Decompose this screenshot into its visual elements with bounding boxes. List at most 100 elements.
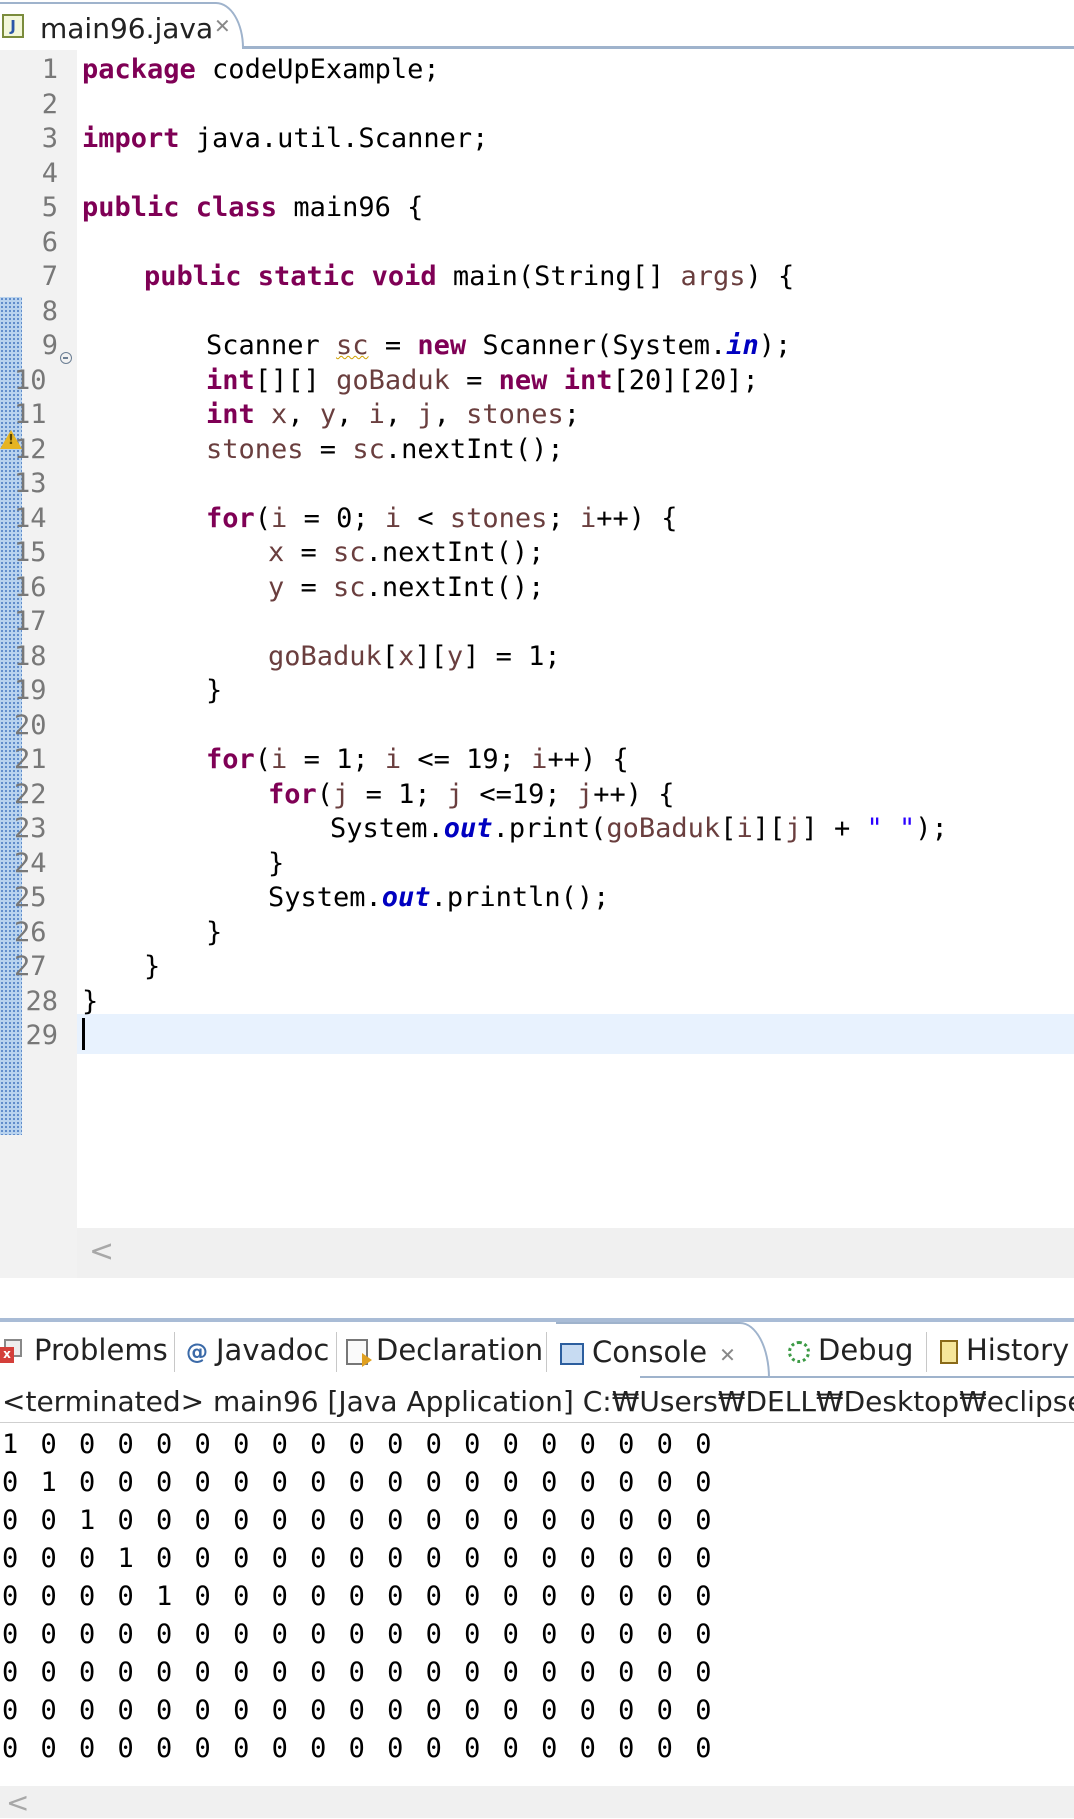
console-horizontal-scrollbar[interactable]: < [0,1786,1074,1819]
code-token: .nextInt(); [365,571,545,603]
console-line: 0 0 1 0 0 0 0 0 0 0 0 0 0 0 0 0 0 0 0 [2,1505,715,1536]
code-token: for [206,502,255,534]
code-line-1: package codeUpExample; [82,50,440,90]
code-token: new [417,330,467,361]
code-token: ( [254,744,272,775]
code-token: = [368,330,418,361]
code-token: for [206,744,255,775]
line-number-gutter: 1 2 3 4 5 6 7 8 9 10 11 12 13 14 15 16 1… [14,50,77,1278]
console-line: 0 0 0 0 1 0 0 0 0 0 0 0 0 0 0 0 0 0 0 [2,1581,715,1612]
tab-separator [546,1332,547,1372]
console-line: 0 1 0 0 0 0 0 0 0 0 0 0 0 0 0 0 0 0 0 [2,1467,715,1498]
code-token: i [384,744,402,775]
code-token: i [736,813,753,844]
code-token: y [446,640,464,672]
tab-javadoc[interactable]: @ Javadoc [186,1322,329,1378]
code-line-28: } [82,982,98,1022]
code-token: goBaduk [606,813,721,844]
bottom-view-tabs: Problems @ Javadoc Declaration Console ✕ D… [0,1322,1074,1380]
code-token: ++) { [547,744,629,775]
tab-debug[interactable]: Debug [788,1322,913,1378]
tab-problems[interactable]: Problems [0,1322,168,1378]
code-token: [ [381,640,399,672]
code-token: import [82,123,180,154]
code-token: , [433,399,467,430]
code-token: = 1; [287,744,385,775]
code-token: package [82,54,196,85]
code-token: } [144,951,161,982]
tab-label: Problems [34,1333,168,1367]
code-token: [][] [254,364,337,396]
tab-declaration[interactable]: Declaration [346,1322,543,1378]
code-token: ++) { [596,502,678,534]
line-number: 29 [25,1020,58,1051]
code-token: i [384,502,402,534]
code-token: ] = 1; [463,640,561,672]
code-token: sc [336,330,369,361]
code-line-12: stones = sc.nextInt(); [206,430,564,470]
editor-horizontal-scrollbar[interactable]: < [77,1228,1074,1278]
console-output[interactable]: 1 0 0 0 0 0 0 0 0 0 0 0 0 0 0 0 0 0 0 0 … [0,1426,1074,1786]
code-token: = [449,364,499,396]
code-token: y [268,571,285,603]
code-token: stones [206,433,304,465]
code-editor[interactable]: 1 2 3 4 5 6 7 8 9 10 11 12 13 14 15 16 1… [0,50,1074,1278]
debug-icon [788,1341,810,1363]
code-token: in [726,330,759,361]
console-line: 0 0 0 0 0 0 0 0 0 0 0 0 0 0 0 0 0 0 0 [2,1619,715,1650]
code-token: sc [333,537,366,568]
code-token: main96 { [277,192,424,223]
code-token: goBaduk [268,640,382,672]
scroll-left-icon[interactable]: < [89,1234,114,1269]
close-icon[interactable]: ✕ [214,14,231,38]
code-token: java.util.Scanner; [179,123,489,154]
code-token: , [336,399,369,430]
tab-label: Declaration [376,1333,544,1367]
code-token: } [82,985,99,1017]
code-token: public class [82,192,278,223]
tab-history[interactable]: History [940,1322,1069,1378]
code-token: = 0; [287,502,385,534]
code-token: args [680,261,746,292]
code-token: = 1; [349,778,447,810]
console-line: 0 0 0 0 0 0 0 0 0 0 0 0 0 0 0 0 0 0 0 [2,1733,715,1764]
console-line: 0 0 0 1 0 0 0 0 0 0 0 0 0 0 0 0 0 0 0 [2,1543,715,1574]
code-line-3: import java.util.Scanner; [82,119,488,159]
close-icon[interactable]: ✕ [719,1343,736,1367]
history-icon [940,1340,958,1364]
code-token: int [206,399,255,430]
java-file-icon: J [2,14,24,38]
code-token: [ [720,813,737,844]
code-line-5: public class main96 { [82,188,423,228]
code-token: ); [915,813,948,844]
code-token: i [271,744,288,775]
code-token: j [417,399,434,430]
editor-tab-strip: J main96.java ✕ [0,0,1074,50]
fold-collapse-icon[interactable] [60,352,72,364]
code-line-27: } [144,947,160,987]
declaration-icon [346,1339,372,1367]
code-token: } [206,675,223,706]
scroll-left-icon[interactable]: < [6,1786,29,1819]
tab-separator [336,1332,337,1372]
code-line-19: } [206,671,222,711]
code-token: = [284,537,334,568]
code-line-7: public static void main(String[] args) { [144,257,794,297]
code-token: goBaduk [336,364,450,396]
code-token: int [206,364,255,396]
code-line-18: goBaduk[x][y] = 1; [268,637,561,677]
code-token: ; [563,399,580,430]
editor-tab-main96[interactable]: J main96.java ✕ [0,2,244,48]
code-token: sc [333,571,366,603]
tab-separator [174,1332,175,1372]
console-icon [560,1343,584,1365]
code-token: .print( [492,813,607,844]
tab-console[interactable]: Console ✕ [556,1322,770,1378]
editor-tab-title: main96.java [40,12,214,45]
code-token: public static void [144,261,437,292]
code-token: = [284,571,334,603]
code-token: j [333,778,350,810]
code-token: out [443,813,493,844]
